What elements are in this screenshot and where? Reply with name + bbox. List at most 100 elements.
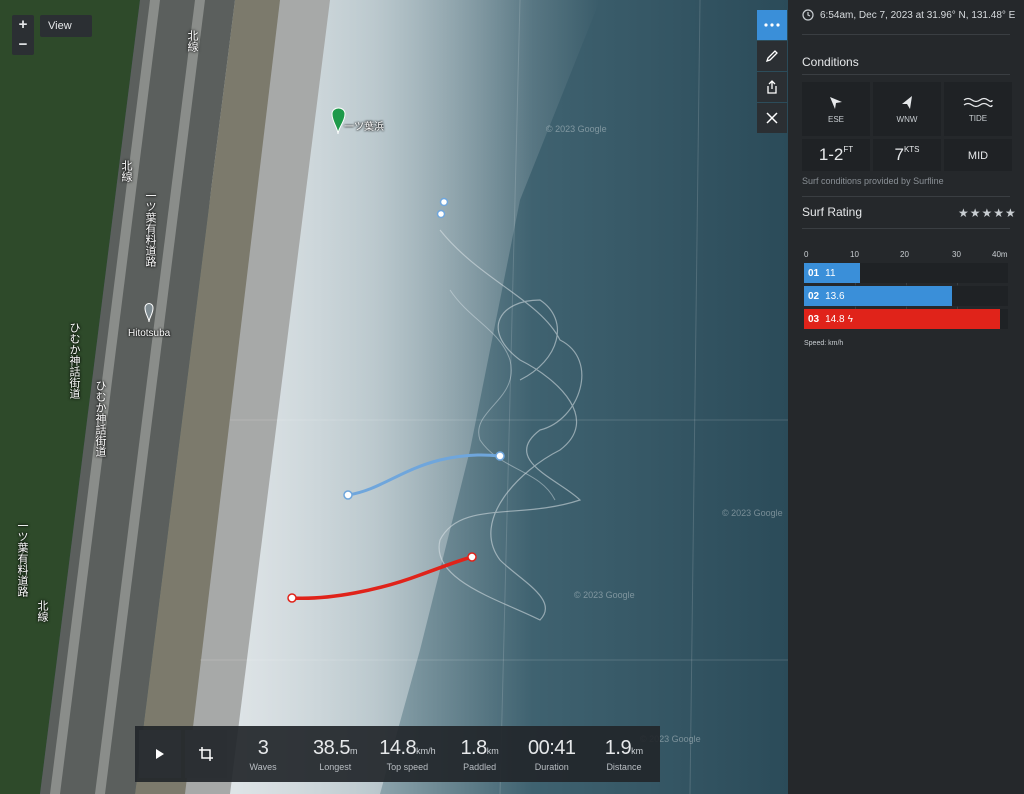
wave-start-marker[interactable] <box>287 593 297 603</box>
wind-speed-cell: 7KTS <box>873 139 941 171</box>
stat-value: 00:41 <box>527 736 576 759</box>
road-label: ひむか神話街道 <box>68 322 80 399</box>
map-toolbar <box>757 10 787 134</box>
satellite-imagery <box>0 0 788 794</box>
more-button[interactable] <box>757 10 787 40</box>
wave-bar[interactable]: 02 13.6 <box>804 286 952 306</box>
location-text: 6:54am, Dec 7, 2023 at 31.96° N, 131.48°… <box>820 9 1016 21</box>
session-side-panel: 6:54am, Dec 7, 2023 at 31.96° N, 131.48°… <box>788 0 1024 794</box>
session-stats-bar: 3 Waves 38.5m Longest 14.8km/h Top speed… <box>135 726 660 782</box>
stat-value: 14.8 <box>379 736 417 759</box>
stat-longest: 38.5m Longest <box>299 737 371 772</box>
wave-start-marker[interactable] <box>343 490 353 500</box>
wind-arrow-icon <box>830 96 842 109</box>
condition-unit: FT <box>843 145 854 154</box>
wave-end-marker[interactable] <box>467 552 477 562</box>
road-label: 北線 <box>36 600 48 622</box>
crop-button[interactable] <box>185 730 227 778</box>
condition-value: MID <box>967 150 989 162</box>
wave-height-cell: 1-2FT <box>802 139 870 171</box>
stat-paddled: 1.8km Paddled <box>444 737 516 772</box>
edit-button[interactable] <box>757 41 787 71</box>
road-label: 北線 <box>186 30 198 52</box>
speed-unit-label: Speed: km/h <box>804 340 844 347</box>
condition-label: WNW <box>896 114 918 124</box>
stat-value: 1.8 <box>460 736 487 759</box>
stat-top-speed: 14.8km/h Top speed <box>371 737 443 772</box>
stat-unit: km <box>631 745 644 756</box>
chart-axis: 0 10 20 30 40m <box>802 250 1010 262</box>
bar-index-label: 01 <box>808 267 820 279</box>
tide-cell: TIDE <box>944 82 1012 136</box>
play-icon <box>156 749 164 759</box>
stat-duration: 00:41 Duration <box>516 737 588 772</box>
stat-label: Waves <box>249 761 277 772</box>
tide-level-cell: MID <box>944 139 1012 171</box>
wave-bar[interactable]: 03 14.8 ϟ <box>804 309 1001 329</box>
axis-tick-label: 10 <box>850 250 859 259</box>
more-icon <box>764 23 780 27</box>
map-view[interactable]: 一ツ葉浜 Hitotsuba 北線 北線 一ツ葉有料道路 ひむか神話街道 ひむか… <box>0 0 788 794</box>
zoom-control: + − <box>12 15 34 55</box>
stat-value: 3 <box>257 736 269 759</box>
map-watermark: © 2023 Google <box>722 508 783 518</box>
bar-speed-label: 11 <box>825 267 836 279</box>
lightning-icon: ϟ <box>847 313 853 325</box>
road-label: 一ツ葉有料道路 <box>16 520 28 597</box>
divider <box>802 74 1010 75</box>
map-watermark: © 2023 Google <box>546 124 607 134</box>
map-watermark: © 2023 Google <box>574 590 635 600</box>
axis-tick-label: 0 <box>804 250 809 259</box>
condition-unit: KTS <box>903 145 920 154</box>
condition-value: 7 <box>894 145 904 164</box>
swell-direction-cell: WNW <box>873 82 941 136</box>
stat-label: Top speed <box>386 761 429 772</box>
divider <box>802 196 1010 197</box>
bar-index-label: 02 <box>808 290 820 302</box>
stat-label: Distance <box>606 761 642 772</box>
stat-value: 1.9 <box>604 736 632 759</box>
divider <box>802 228 1010 229</box>
bar-speed-label: 13.6 <box>825 290 845 302</box>
bar-index-label: 03 <box>808 313 820 325</box>
stat-label: Paddled <box>463 761 497 772</box>
crop-icon <box>199 747 213 761</box>
stat-unit: m <box>349 745 358 756</box>
stat-label: Duration <box>534 761 569 772</box>
close-button[interactable] <box>757 103 787 133</box>
share-button[interactable] <box>757 72 787 102</box>
point-marker[interactable] <box>439 197 449 207</box>
divider <box>802 34 1010 35</box>
point-marker[interactable] <box>436 209 446 219</box>
wave-bar-chart: 01 11 02 13.6 03 14.8 ϟ <box>804 263 1008 333</box>
conditions-grid: ESE WNW TIDE 1-2FT 7KTS MID <box>802 82 1012 174</box>
stat-unit: km <box>486 745 499 756</box>
zoom-in-button[interactable]: + <box>12 15 34 35</box>
road-label: ひむか神話街道 <box>94 380 106 457</box>
wave-bar[interactable]: 01 11 <box>804 263 861 283</box>
wave-end-marker[interactable] <box>495 451 505 461</box>
axis-tick-label: 20 <box>900 250 909 259</box>
condition-label: ESE <box>827 114 844 124</box>
zoom-out-button[interactable]: − <box>12 35 34 55</box>
place-label: Hitotsuba <box>128 328 171 339</box>
condition-label: TIDE <box>968 113 988 123</box>
surf-rating-title: Surf Rating <box>802 205 863 219</box>
road-label: 一ツ葉有料道路 <box>144 190 156 267</box>
stat-label: Longest <box>319 761 352 772</box>
view-button[interactable]: View <box>40 15 92 37</box>
conditions-title: Conditions <box>802 55 859 69</box>
stat-waves: 3 Waves <box>227 737 299 772</box>
play-button[interactable] <box>139 730 181 778</box>
clock-icon <box>802 9 814 21</box>
pencil-icon <box>765 50 778 63</box>
close-icon <box>766 112 778 124</box>
pin-label: 一ツ葉浜 <box>344 122 384 133</box>
stat-value: 38.5 <box>313 736 350 759</box>
surfline-credit: Surf conditions provided by Surfline <box>802 176 944 186</box>
condition-value: 1-2 <box>818 145 844 164</box>
star-rating[interactable]: ★★★★★ <box>958 206 1017 220</box>
swell-arrow-icon <box>902 95 912 109</box>
share-icon <box>767 80 777 94</box>
bar-speed-label: 14.8 <box>825 313 845 325</box>
